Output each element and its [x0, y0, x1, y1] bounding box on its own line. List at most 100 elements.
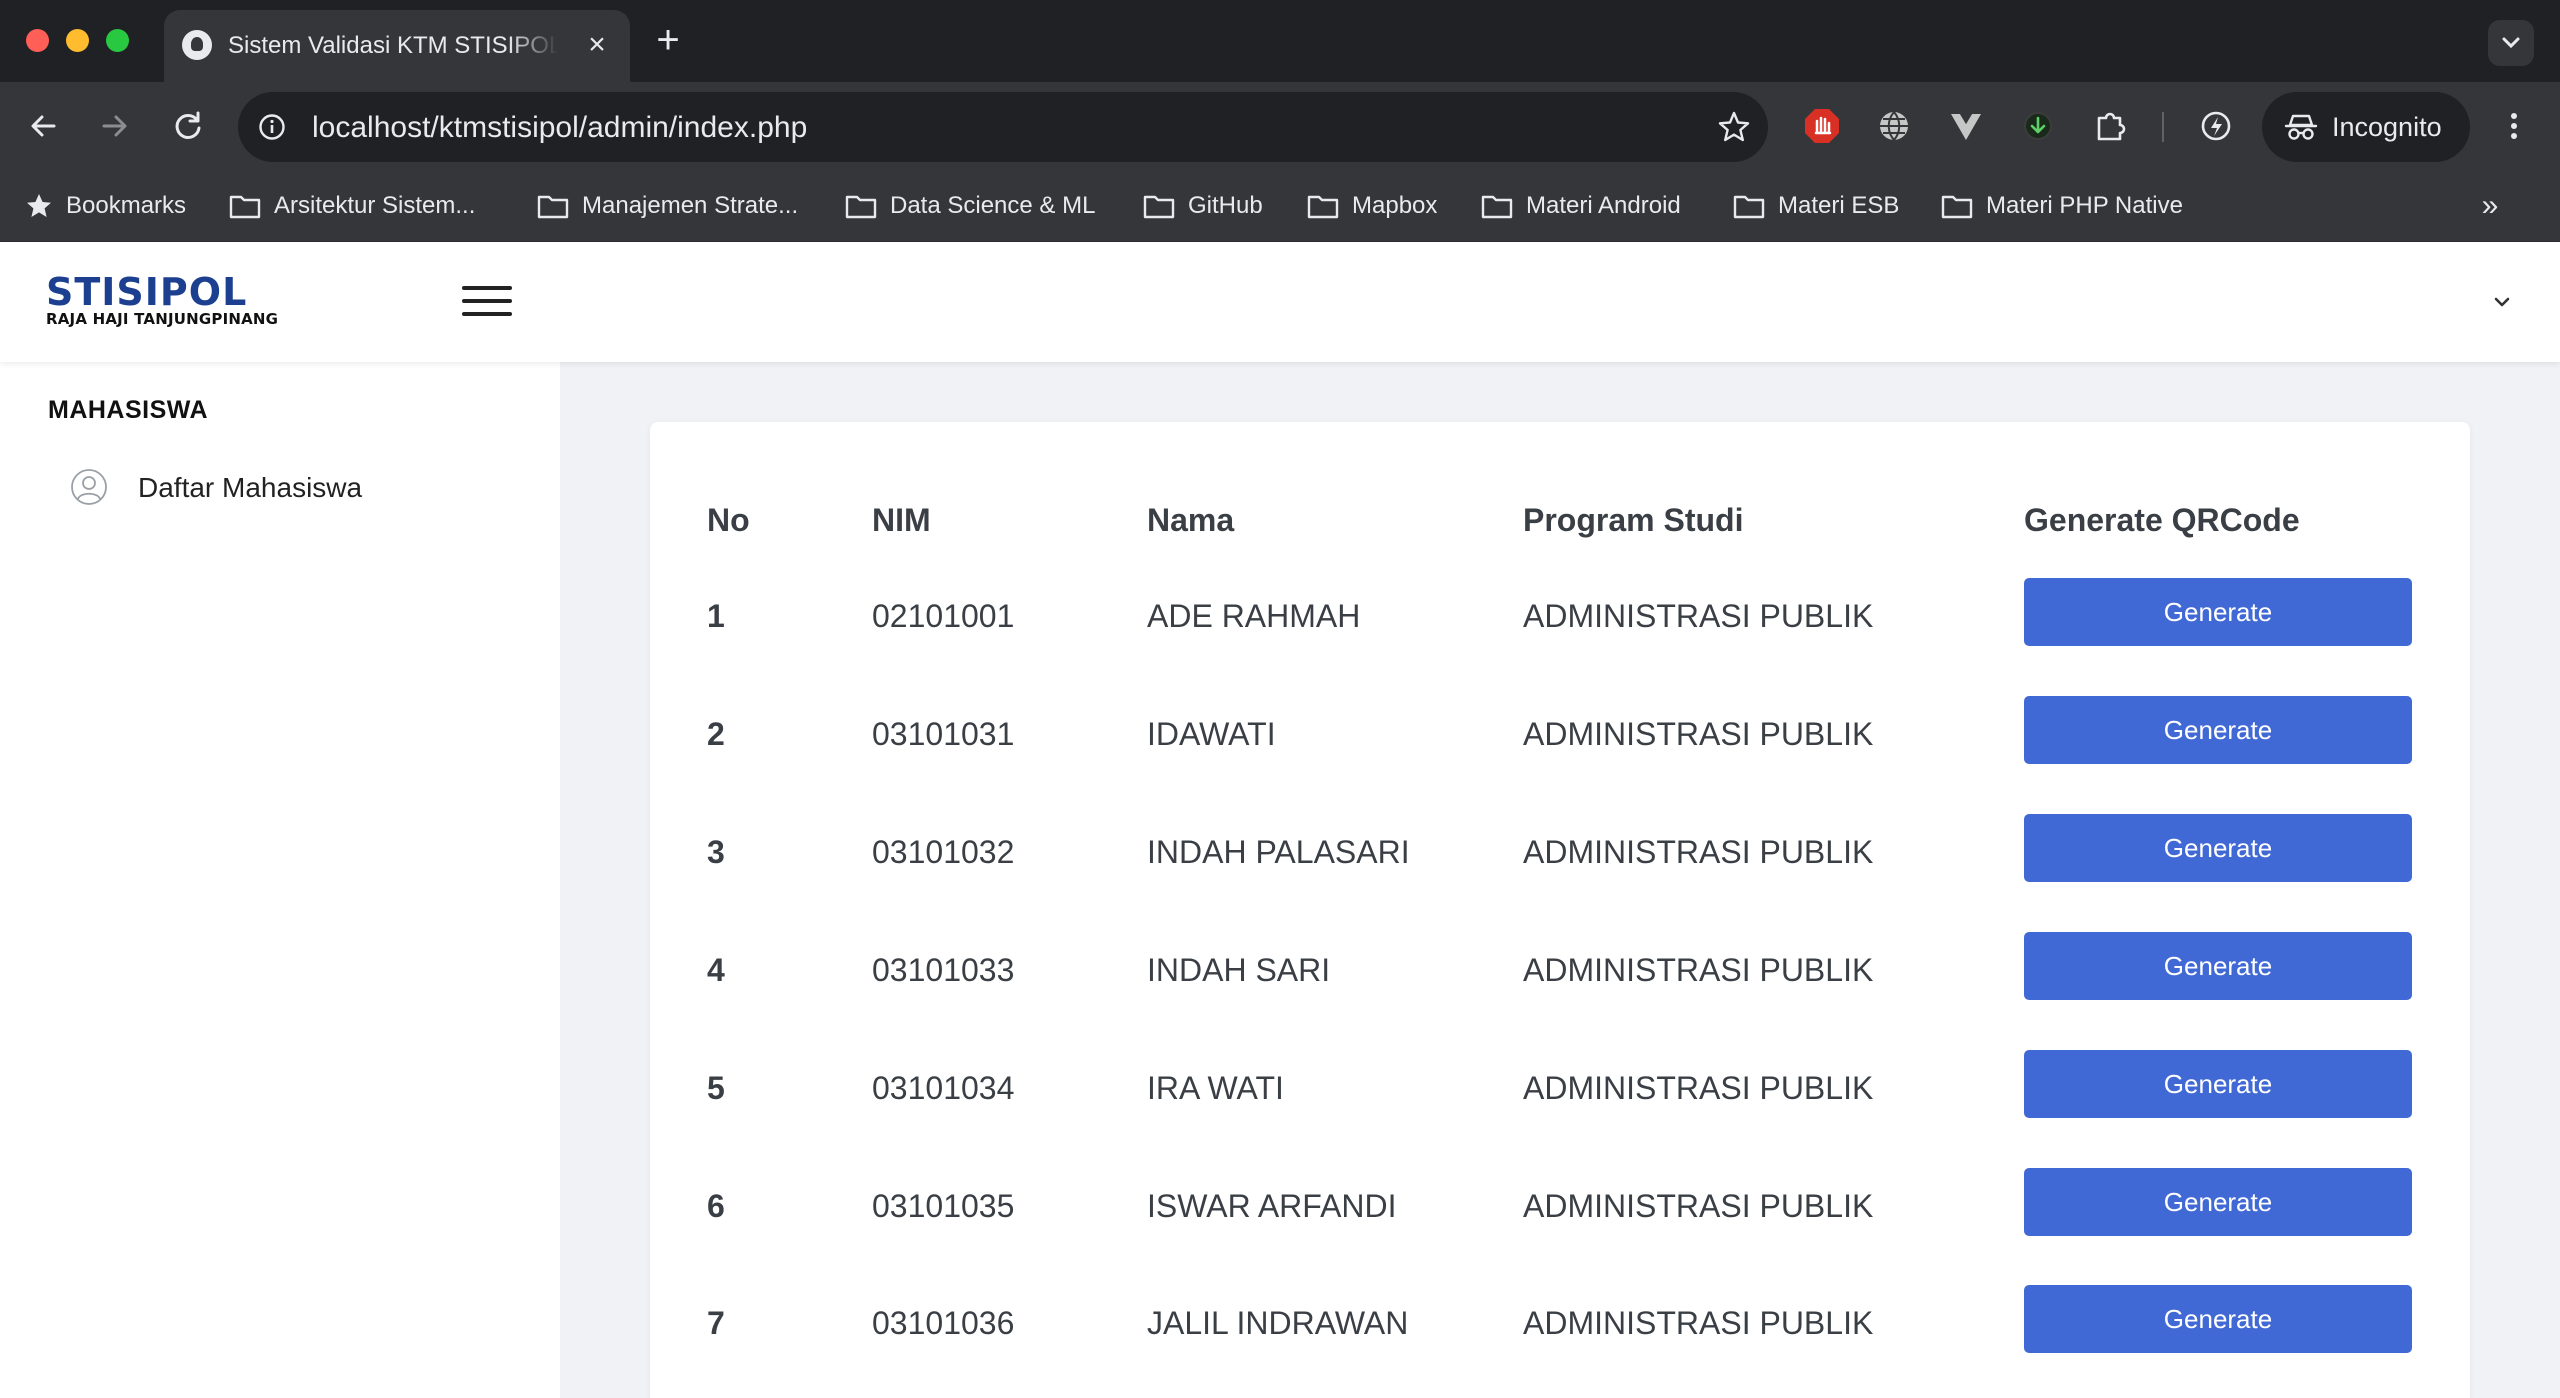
- table-row: 7 03101036 JALIL INDRAWAN ADMINISTRASI P…: [650, 1285, 2470, 1385]
- star-icon: [27, 194, 51, 217]
- cell-nim: 02101001: [872, 598, 1015, 634]
- cell-nim: 03101033: [872, 952, 1015, 988]
- window-maximize-button[interactable]: [106, 29, 129, 52]
- app-header: STISIPOL RAJA HAJI TANJUNGPINANG: [0, 242, 2560, 362]
- bookmark-label: Materi PHP Native: [1986, 192, 2183, 219]
- bookmark-label: Bookmarks: [66, 192, 187, 219]
- bookmark-label: Materi ESB: [1778, 192, 1900, 219]
- bookmarks-bar: Bookmarks Arsitektur Sistem... Manajemen…: [0, 170, 2560, 242]
- generate-qrcode-button[interactable]: Generate: [2024, 1285, 2412, 1353]
- window-close-button[interactable]: [26, 29, 49, 52]
- cell-nim: 03101036: [872, 1305, 1015, 1341]
- cell-nama: INDAH PALASARI: [1147, 834, 1410, 870]
- browser-tabstrip: Sistem Validasi KTM STISIPOL × +: [0, 0, 2560, 82]
- incognito-indicator[interactable]: Incognito: [2262, 92, 2470, 162]
- incognito-icon: [2284, 114, 2318, 140]
- logo-text[interactable]: STISIPOL: [46, 272, 247, 312]
- cell-no: 1: [707, 598, 725, 634]
- chevron-down-icon[interactable]: [2488, 288, 2516, 316]
- new-tab-button[interactable]: +: [648, 18, 688, 62]
- reload-button[interactable]: [166, 104, 210, 148]
- cell-nama: ADE RAHMAH: [1147, 598, 1361, 634]
- cell-nim: 03101032: [872, 834, 1015, 870]
- column-header-no: No: [707, 502, 750, 538]
- extensions-puzzle-icon[interactable]: [2090, 106, 2130, 146]
- url-text[interactable]: localhost/ktmstisipol/admin/index.php: [312, 111, 807, 145]
- table-row: 6 03101035 ISWAR ARFANDI ADMINISTRASI PU…: [650, 1168, 2470, 1268]
- bookmark-label: Manajemen Strate...: [582, 192, 799, 219]
- favicon-icon: [182, 30, 212, 60]
- vue-devtools-icon[interactable]: [1946, 106, 1986, 146]
- window-minimize-button[interactable]: [66, 29, 89, 52]
- cell-no: 6: [707, 1188, 725, 1224]
- tab-search-button[interactable]: [2488, 20, 2534, 66]
- cell-no: 4: [707, 952, 725, 988]
- browser-menu-icon[interactable]: [2494, 106, 2534, 146]
- generate-qrcode-button[interactable]: Generate: [2024, 814, 2412, 882]
- cell-nim: 03101031: [872, 716, 1015, 752]
- cell-program-studi: ADMINISTRASI PUBLIK: [1523, 952, 1874, 988]
- arrow-left-icon: [31, 115, 56, 137]
- cell-program-studi: ADMINISTRASI PUBLIK: [1523, 834, 1874, 870]
- student-table-card: No NIM Nama Program Studi Generate QRCod…: [650, 422, 2470, 1398]
- download-extension-icon[interactable]: [2018, 106, 2058, 146]
- adblock-extension-icon[interactable]: [1802, 106, 1842, 146]
- bookmark-label: GitHub: [1188, 192, 1263, 219]
- chevron-down-icon: [2502, 37, 2520, 49]
- folder-icon: [1143, 195, 1175, 219]
- hamburger-menu-icon[interactable]: [462, 286, 514, 320]
- bookmark-folder-arsitektur[interactable]: Arsitektur Sistem...: [228, 186, 475, 226]
- table-row: 3 03101032 INDAH PALASARI ADMINISTRASI P…: [650, 814, 2470, 914]
- forward-button[interactable]: [92, 104, 136, 148]
- toolbar-separator: [2162, 112, 2164, 142]
- bookmark-label: Arsitektur Sistem...: [274, 192, 476, 219]
- bookmark-folder-materi-esb[interactable]: Materi ESB: [1732, 186, 1899, 226]
- more-bookmarks-button[interactable]: »: [2470, 186, 2510, 226]
- column-header-program-studi: Program Studi: [1523, 502, 1744, 538]
- back-button[interactable]: [22, 104, 66, 148]
- cell-program-studi: ADMINISTRASI PUBLIK: [1523, 598, 1874, 634]
- cell-nim: 03101034: [872, 1070, 1015, 1106]
- cell-no: 7: [707, 1305, 725, 1341]
- bookmark-folder-github[interactable]: GitHub: [1142, 186, 1263, 226]
- logo-subtext: RAJA HAJI TANJUNGPINANG: [46, 310, 279, 328]
- bookmark-star-icon[interactable]: [1716, 109, 1752, 145]
- bookmark-folder-mapbox[interactable]: Mapbox: [1306, 186, 1437, 226]
- folder-icon: [229, 195, 261, 219]
- cell-no: 3: [707, 834, 725, 870]
- cell-no: 2: [707, 716, 725, 752]
- browser-tab-active[interactable]: Sistem Validasi KTM STISIPOL ×: [164, 10, 630, 82]
- cell-program-studi: ADMINISTRASI PUBLIK: [1523, 716, 1874, 752]
- globe-extension-icon[interactable]: [1874, 106, 1914, 146]
- bookmark-label: Materi Android: [1526, 192, 1681, 219]
- generate-qrcode-button[interactable]: Generate: [2024, 578, 2412, 646]
- tab-close-icon[interactable]: ×: [580, 28, 614, 62]
- bookmark-folder-materi-php[interactable]: Materi PHP Native: [1940, 186, 2183, 226]
- generate-qrcode-button[interactable]: Generate: [2024, 932, 2412, 1000]
- generate-qrcode-button[interactable]: Generate: [2024, 1168, 2412, 1236]
- cell-program-studi: ADMINISTRASI PUBLIK: [1523, 1305, 1874, 1341]
- folder-icon: [1307, 195, 1339, 219]
- generate-qrcode-button[interactable]: Generate: [2024, 1050, 2412, 1118]
- folder-icon: [1941, 195, 1973, 219]
- bookmark-folder-materi-android[interactable]: Materi Android: [1480, 186, 1681, 226]
- cell-program-studi: ADMINISTRASI PUBLIK: [1523, 1070, 1874, 1106]
- sidebar-item-daftar-mahasiswa[interactable]: Daftar Mahasiswa: [70, 462, 530, 512]
- generate-qrcode-button[interactable]: Generate: [2024, 696, 2412, 764]
- cell-nama: IDAWATI: [1147, 716, 1276, 752]
- table-row: 2 03101031 IDAWATI ADMINISTRASI PUBLIK G…: [650, 696, 2470, 796]
- cell-nama: INDAH SARI: [1147, 952, 1331, 988]
- address-bar[interactable]: localhost/ktmstisipol/admin/index.php: [238, 92, 1768, 162]
- performance-icon[interactable]: [2196, 106, 2236, 146]
- bookmark-folder-data-science[interactable]: Data Science & ML: [844, 186, 1095, 226]
- arrow-right-icon: [102, 115, 127, 137]
- sidebar: MAHASISWA Daftar Mahasiswa: [0, 362, 560, 1398]
- folder-icon: [845, 195, 877, 219]
- site-info-icon[interactable]: [258, 113, 286, 141]
- bookmark-bookmarks[interactable]: Bookmarks: [24, 186, 186, 226]
- user-circle-icon: [71, 469, 107, 505]
- cell-program-studi: ADMINISTRASI PUBLIK: [1523, 1188, 1874, 1224]
- folder-icon: [1481, 195, 1513, 219]
- bookmark-folder-manajemen[interactable]: Manajemen Strate...: [536, 186, 798, 226]
- incognito-label: Incognito: [2332, 112, 2442, 142]
